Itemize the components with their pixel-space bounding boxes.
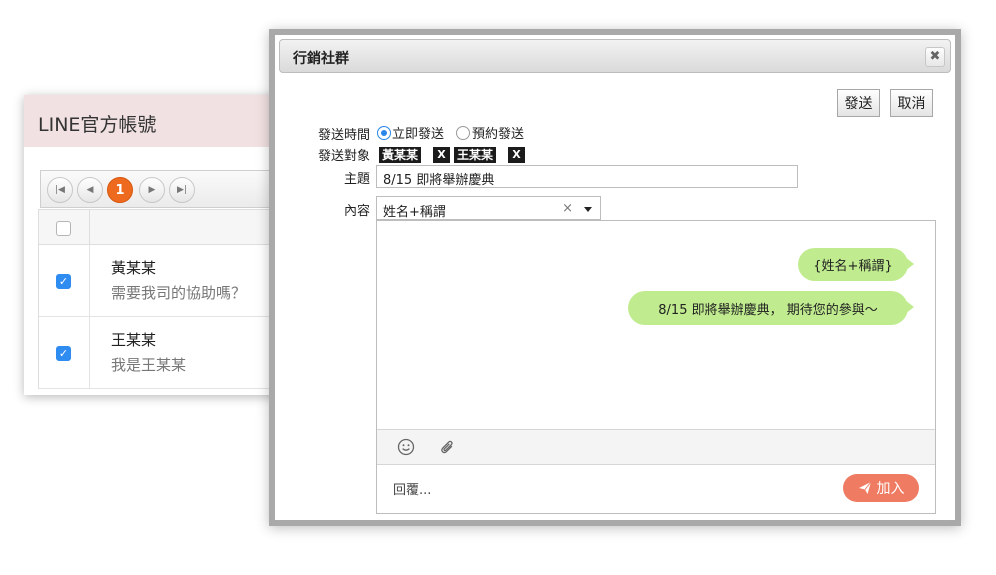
select-all-checkbox[interactable] <box>56 221 71 236</box>
contact-table: ✓ 黃某某 需要我司的協助嗎？ ✓ 王某某 我是王某某 <box>38 209 294 389</box>
send-now-label[interactable]: 立即發送 <box>392 123 444 142</box>
subject-label: 主題 <box>343 172 370 187</box>
send-plane-icon <box>858 481 871 494</box>
contact-name: 黃某某 <box>111 259 157 277</box>
add-button[interactable]: 加入 <box>843 474 919 502</box>
panel-header: LINE官方帳號 <box>24 95 294 147</box>
content-select[interactable]: 姓名+稱謂 × <box>376 196 601 220</box>
schedule-send-label[interactable]: 預約發送 <box>472 123 524 142</box>
content-select-value: 姓名+稱謂 <box>383 205 446 220</box>
message-bubble: 8/15 即將舉辦慶典， 期待您的參與～ <box>628 291 914 325</box>
contact-message: 我是王某某 <box>111 356 187 374</box>
cancel-button[interactable]: 取消 <box>890 89 933 117</box>
panel-title: LINE官方帳號 <box>38 114 157 136</box>
marketing-dialog: 行銷社群 ✖ 發送 取消 發送時間 立即發送 預約發送 發送對象 黃某某 X 王… <box>269 29 961 526</box>
table-row[interactable]: ✓ 王某某 我是王某某 <box>39 317 294 389</box>
recipient-tag: 黃某某 <box>379 147 422 163</box>
contact-message: 需要我司的協助嗎？ <box>111 284 247 302</box>
remove-recipient-button[interactable]: X <box>507 147 525 163</box>
reply-input[interactable]: 回覆... <box>393 479 431 498</box>
composer-toolbar <box>377 429 935 465</box>
table-header <box>39 209 294 245</box>
chat-preview: {姓名+稱謂} 8/15 即將舉辦慶典， 期待您的參與～ 回覆... 加入 <box>376 220 936 514</box>
page-button-current[interactable]: 1 <box>107 177 133 203</box>
recipients-label: 發送對象 <box>317 149 370 164</box>
send-button[interactable]: 發送 <box>837 89 880 117</box>
content-label: 內容 <box>343 204 370 219</box>
recipient-tag: 王某某 <box>454 147 497 163</box>
schedule-send-radio[interactable] <box>456 126 470 140</box>
clear-icon[interactable]: × <box>562 201 573 216</box>
prev-page-icon[interactable]: ◀ <box>77 177 103 203</box>
first-page-icon[interactable]: |◀ <box>47 177 73 203</box>
last-page-icon[interactable]: ▶| <box>169 177 195 203</box>
remove-recipient-button[interactable]: X <box>432 147 450 163</box>
send-now-radio[interactable] <box>377 126 391 140</box>
table-row[interactable]: ✓ 黃某某 需要我司的協助嗎？ <box>39 245 294 317</box>
send-time-label: 發送時間 <box>317 128 370 143</box>
row-checkbox[interactable]: ✓ <box>56 346 71 361</box>
line-account-panel: LINE官方帳號 |◀ ◀ 1 ▶ ▶| ✓ 黃某某 需要我司的協助嗎？ ✓ 王… <box>24 95 294 395</box>
attachment-icon[interactable] <box>438 437 458 457</box>
message-bubble: {姓名+稱謂} <box>798 248 914 281</box>
caret-down-icon[interactable] <box>584 207 592 212</box>
dialog-titlebar: 行銷社群 ✖ <box>279 39 951 73</box>
next-page-icon[interactable]: ▶ <box>139 177 165 203</box>
contact-name: 王某某 <box>111 331 157 349</box>
row-checkbox[interactable]: ✓ <box>56 274 71 289</box>
emoji-icon[interactable] <box>396 437 416 457</box>
dialog-title: 行銷社群 <box>293 51 349 67</box>
close-icon[interactable]: ✖ <box>925 47 945 67</box>
subject-input[interactable]: 8/15 即將舉辦慶典 <box>376 165 798 188</box>
pager: |◀ ◀ 1 ▶ ▶| <box>40 170 294 208</box>
add-button-label: 加入 <box>876 481 905 497</box>
